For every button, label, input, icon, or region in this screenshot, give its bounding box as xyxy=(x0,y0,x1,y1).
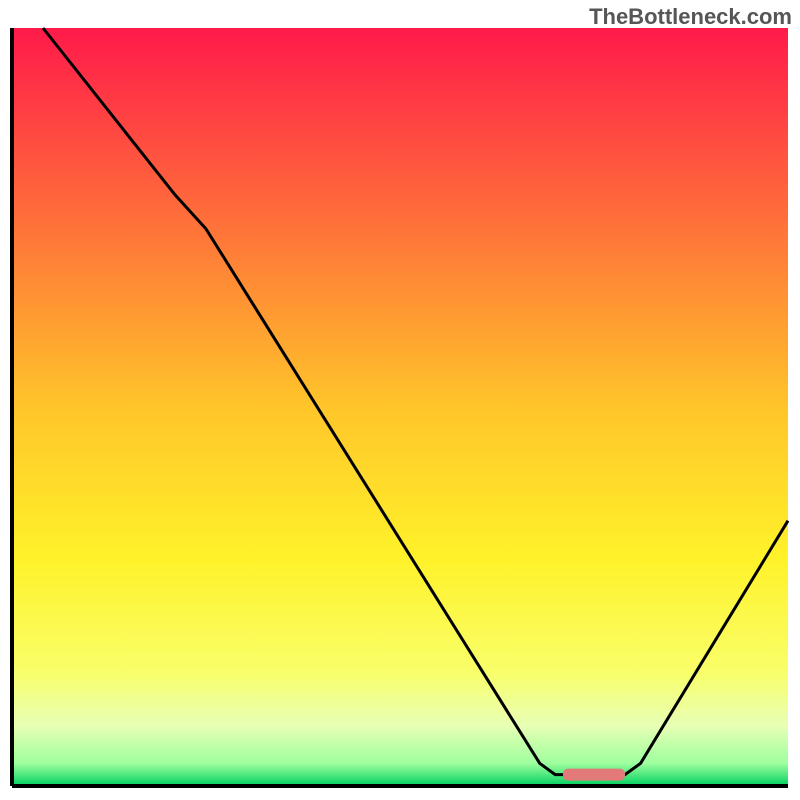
optimal-marker xyxy=(563,769,625,781)
watermark-text: TheBottleneck.com xyxy=(589,4,792,30)
gradient-background xyxy=(12,28,788,786)
chart-container: TheBottleneck.com xyxy=(0,0,800,800)
bottleneck-chart xyxy=(0,0,800,800)
